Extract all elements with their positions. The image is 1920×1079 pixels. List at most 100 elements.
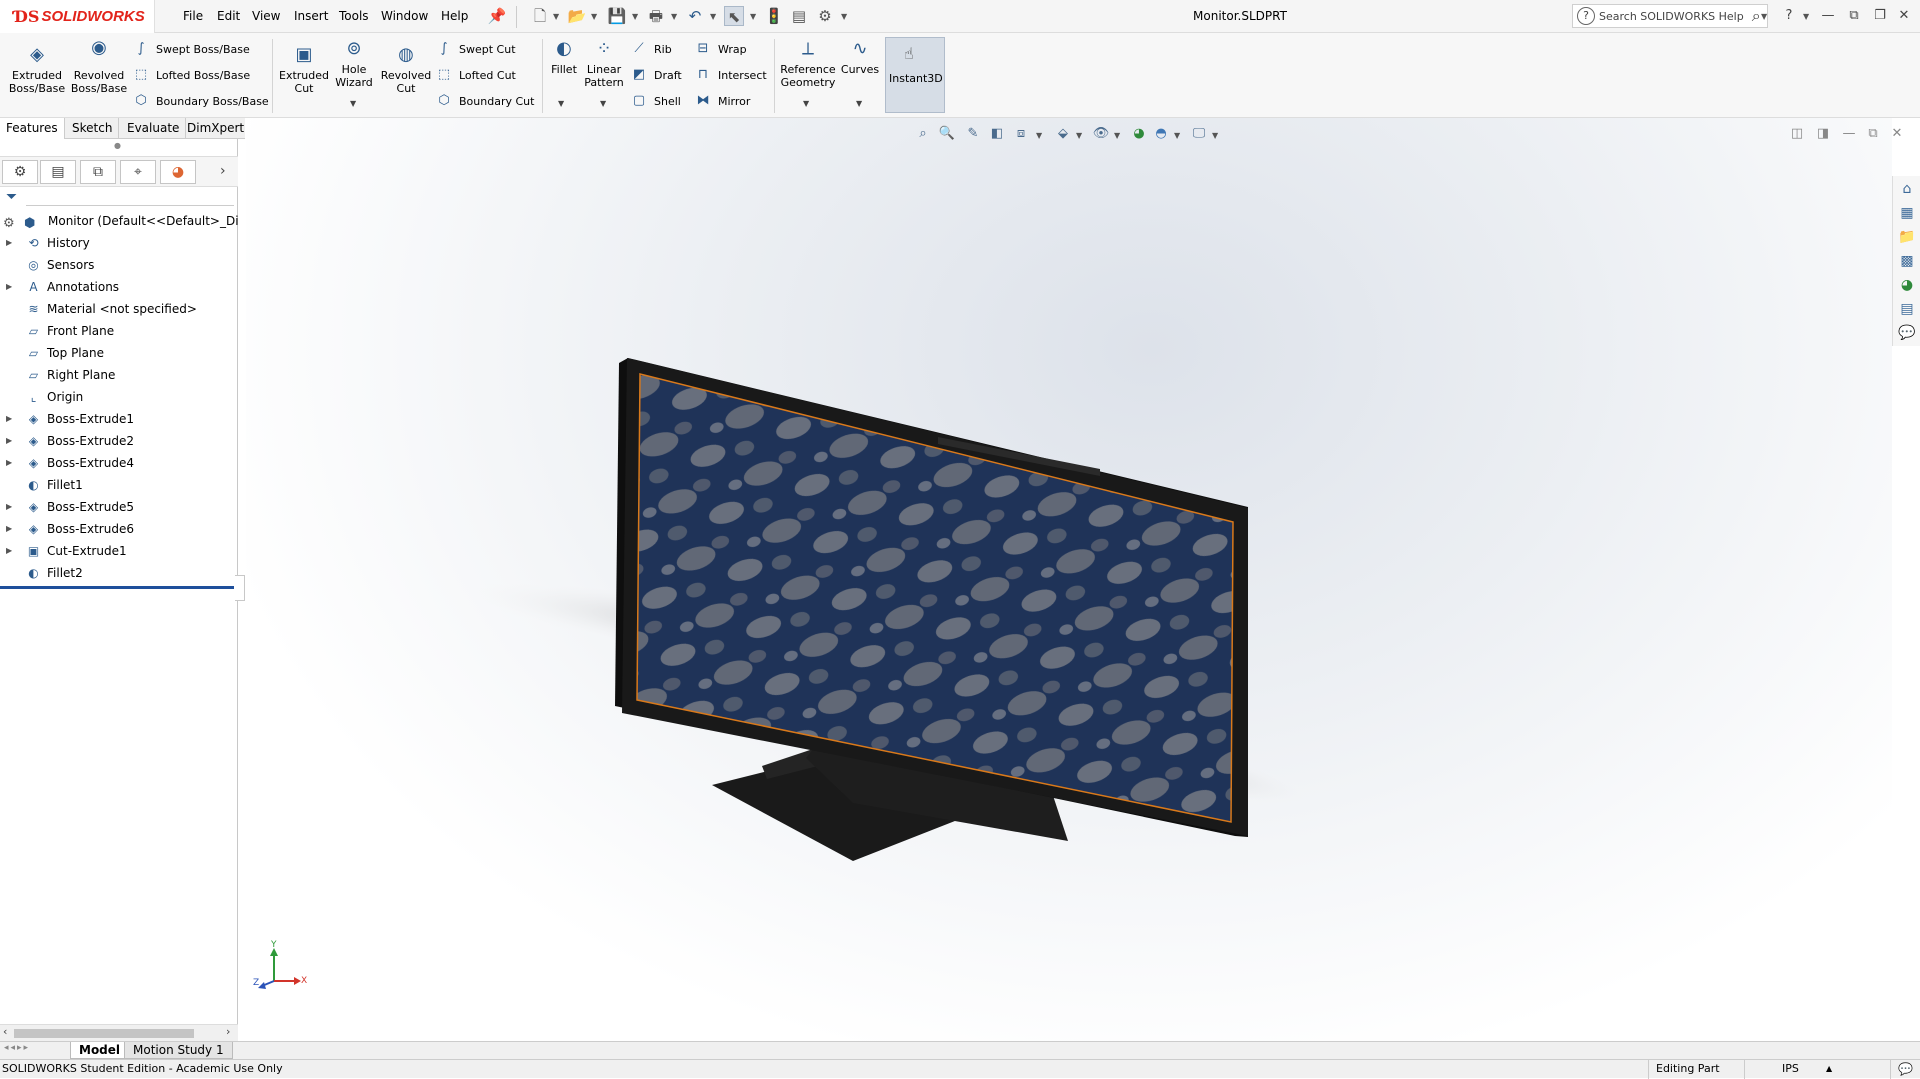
appearances-icon[interactable]: ◕ [1896,274,1918,296]
undo-dropdown-icon[interactable]: ▼ [710,12,716,21]
curves-button[interactable]: ∿ Curves [838,37,882,76]
tree-item[interactable]: ▶ ◈ Boss-Extrude6 [0,518,238,540]
help-icon[interactable]: ? [1779,6,1799,26]
menu-edit[interactable]: Edit [217,9,240,23]
help-dropdown-icon[interactable]: ▼ [1803,12,1809,21]
save-icon[interactable]: 💾 [607,6,627,26]
menu-tools[interactable]: Tools [339,9,369,23]
print-icon[interactable]: 🖶 [646,6,666,26]
minimize-icon[interactable]: — [1818,6,1838,26]
extruded-boss-button[interactable]: ◈ Extruded Boss/Base [6,43,68,95]
rib-button[interactable]: ⟋ Rib [630,39,671,59]
panel-grip[interactable]: ● [0,139,238,157]
lofted-boss-button[interactable]: ⬚ Lofted Boss/Base [132,65,250,85]
units-up-icon[interactable]: ▲ [1826,1060,1832,1078]
menu-view[interactable]: View [252,9,280,23]
filter-input[interactable] [26,190,234,206]
expand-arrow-icon[interactable]: ▶ [6,518,16,540]
swept-cut-button[interactable]: ∫ Swept Cut [435,39,516,59]
expand-arrow-icon[interactable]: ▶ [6,496,16,518]
hole-wizard-dropdown-icon[interactable]: ▼ [350,99,356,108]
save-dropdown-icon[interactable]: ▼ [632,12,638,21]
intersect-button[interactable]: ⊓ Intersect [694,65,767,85]
graphics-area[interactable]: ⌕ 🔍 ✎ ◧ ⧈ ▼ ⬙ ▼ 👁 ▼ ◕ ◓ ▼ 🖵 ▼ ◫ ◨ — ⧉ ✕ [246,118,1902,1041]
curves-dropdown-icon[interactable]: ▼ [856,99,862,108]
boundary-boss-button[interactable]: ⬡ Boundary Boss/Base [132,91,268,111]
tab-dimxpert[interactable]: DimXpert [181,118,252,139]
chevron-right-icon[interactable]: › [220,163,226,179]
revolved-boss-button[interactable]: ◉ Revolved Boss/Base [68,36,130,95]
mirror-button[interactable]: ⧓ Mirror [694,91,751,111]
search-input[interactable]: Search SOLIDWORKS Help [1599,10,1744,23]
expand-arrow-icon[interactable]: ▶ [6,452,16,474]
linear-pattern-dropdown-icon[interactable]: ▼ [600,99,606,108]
panel-horizontal-scrollbar[interactable]: ‹ › [0,1024,238,1041]
lofted-cut-button[interactable]: ⬚ Lofted Cut [435,65,516,85]
tree-item[interactable]: ◐ Fillet1 [0,474,238,496]
revolved-cut-button[interactable]: ◍ Revolved Cut [378,43,434,95]
shell-button[interactable]: ▢ Shell [630,91,681,111]
new-document-icon[interactable]: 🗋 [530,6,550,26]
open-dropdown-icon[interactable]: ▼ [591,12,597,21]
tree-item[interactable]: ▶ ◈ Boss-Extrude5 [0,496,238,518]
tab-sketch[interactable]: Sketch [66,118,120,139]
options-gear-icon[interactable]: ⚙ [815,6,835,26]
tab-features[interactable]: Features [0,118,65,139]
search-help-box[interactable]: ? Search SOLIDWORKS Help ⌕ [1572,4,1768,28]
tree-item[interactable]: ◎ Sensors [0,254,238,276]
property-manager-tab-icon[interactable]: ▤ [40,160,76,184]
tooltip-icon[interactable]: 💬 [1898,1060,1913,1078]
expand-arrow-icon[interactable]: ▶ [6,276,16,298]
design-library-icon[interactable]: ▦ [1896,202,1918,224]
display-manager-tab-icon[interactable]: ◕ [160,160,196,184]
filter-row[interactable]: ⏷ [0,187,238,209]
file-explorer-icon[interactable]: 📁 [1896,226,1918,248]
tree-item[interactable]: ▱ Top Plane [0,342,238,364]
expand-arrow-icon[interactable]: ▶ [6,408,16,430]
wrap-button[interactable]: ⊟ Wrap [694,39,747,59]
rollback-grip[interactable] [235,575,245,601]
draft-button[interactable]: ◩ Draft [630,65,682,85]
feature-manager-tab-icon[interactable]: ⚙ [2,160,38,184]
reference-geometry-button[interactable]: ⟂ Reference Geometry [778,37,838,89]
tree-item[interactable]: ▱ Front Plane [0,320,238,342]
close-icon[interactable]: ✕ [1894,6,1914,26]
tree-item[interactable]: ▶ ▣ Cut-Extrude1 [0,540,238,562]
scroll-left-icon[interactable]: ‹ [3,1025,7,1038]
tree-item[interactable]: ▱ Right Plane [0,364,238,386]
search-dropdown-icon[interactable]: ▼ [1761,12,1767,21]
menu-help[interactable]: Help [441,9,468,23]
maximize-icon[interactable]: ❐ [1870,6,1890,26]
linear-pattern-button[interactable]: ⁘ Linear Pattern [584,37,624,89]
scrollbar-thumb[interactable] [14,1029,194,1038]
menu-file[interactable]: File [183,9,203,23]
options-dropdown-icon[interactable]: ▼ [841,12,847,21]
tree-item[interactable]: ▶ ◈ Boss-Extrude4 [0,452,238,474]
view-palette-icon[interactable]: ▩ [1896,250,1918,272]
solidworks-resources-icon[interactable]: ⌂ [1896,178,1918,200]
select-icon[interactable]: ⬉ [724,6,744,26]
open-icon[interactable]: 📂 [567,6,587,26]
file-properties-icon[interactable]: ▤ [789,6,809,26]
tab-evaluate[interactable]: Evaluate [121,118,187,139]
pin-icon[interactable]: 📌 [487,6,507,26]
extruded-cut-button[interactable]: ▣ Extruded Cut [276,43,332,95]
select-dropdown-icon[interactable]: ▼ [750,12,756,21]
new-dropdown-icon[interactable]: ▼ [553,12,559,21]
restore-icon[interactable]: ⧉ [1844,6,1864,26]
solidworks-logo[interactable]: ƊS SOLIDWORKS [0,0,155,33]
tree-item[interactable]: ▶ ◈ Boss-Extrude1 [0,408,238,430]
monitor-model[interactable] [246,118,1892,1041]
print-dropdown-icon[interactable]: ▼ [671,12,677,21]
tab-motion-study[interactable]: Motion Study 1 [124,1042,233,1059]
fillet-dropdown-icon[interactable]: ▼ [558,99,564,108]
rollback-bar[interactable] [0,586,234,589]
tree-item[interactable]: ⌞ Origin [0,386,238,408]
expand-arrow-icon[interactable]: ▶ [6,430,16,452]
configuration-manager-tab-icon[interactable]: ⧉ [80,160,116,184]
tree-item[interactable]: ▶ ◈ Boss-Extrude2 [0,430,238,452]
tree-item[interactable]: ◐ Fillet2 [0,562,238,584]
dimxpert-manager-tab-icon[interactable]: ⌖ [120,160,156,184]
tree-item[interactable]: ≋ Material <not specified> [0,298,238,320]
expand-arrow-icon[interactable]: ▶ [6,540,16,562]
